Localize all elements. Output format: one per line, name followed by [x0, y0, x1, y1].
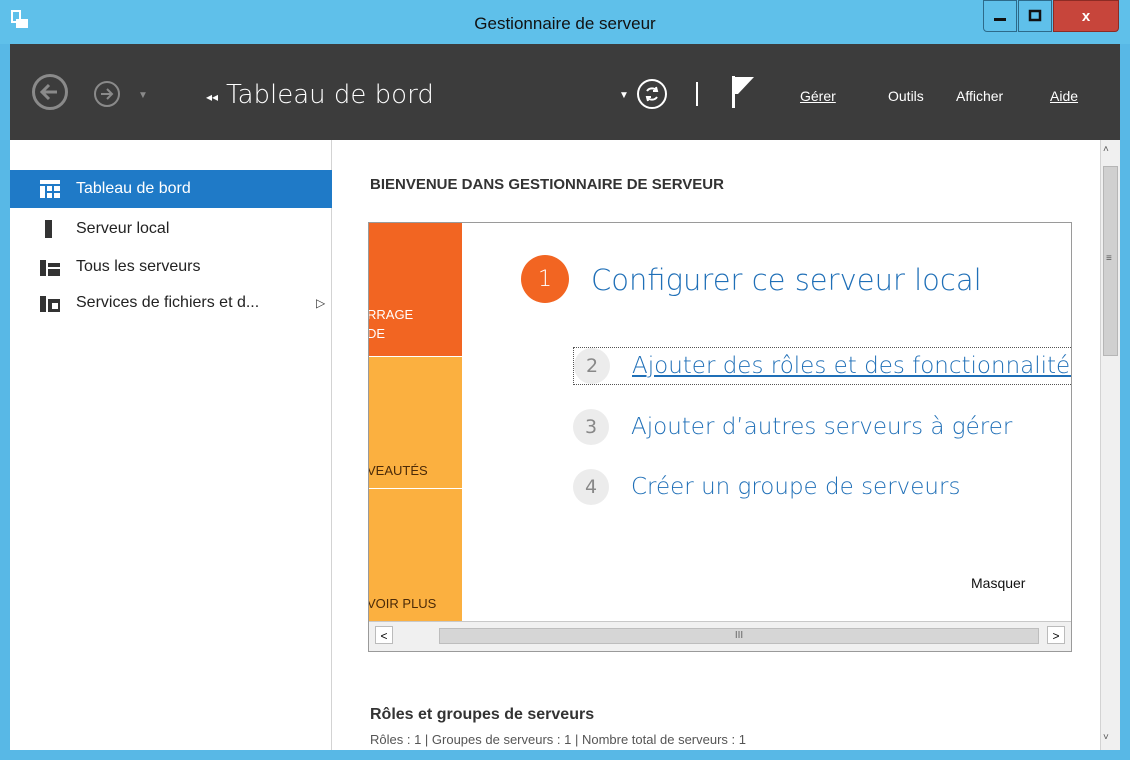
configure-local-server-link[interactable]: Configurer ce serveur local [591, 263, 982, 297]
create-group-link[interactable]: Créer un groupe de serveurs [631, 474, 960, 500]
maximize-icon [1028, 9, 1042, 22]
sidebar-item-label: Tableau de bord [76, 180, 191, 197]
minimize-button[interactable] [983, 0, 1017, 32]
scroll-right-button[interactable]: > [1047, 626, 1065, 644]
add-servers-step[interactable]: 3 Ajouter d’autres serveurs à gérer [573, 409, 1012, 445]
tile-learn-more[interactable]: VOIR PLUS [369, 489, 462, 621]
breadcrumb-arrows-icon[interactable]: ◂◂ [206, 90, 218, 104]
main-panel: BIENVENUE DANS GESTIONNAIRE DE SERVEUR R… [332, 140, 1100, 750]
content-area: Tableau de bord Serveur local Tous les s… [10, 140, 1120, 750]
expand-arrow-icon[interactable]: ▷ [316, 296, 325, 310]
scroll-up-icon[interactable]: ˄ [1103, 144, 1109, 155]
forward-button[interactable] [94, 81, 120, 107]
back-button[interactable] [32, 74, 68, 110]
sidebar-item-label: Tous les serveurs [76, 258, 201, 275]
dashboard-icon [40, 180, 60, 198]
sidebar-item-file-services[interactable]: Services de fichiers et d... ▷ [10, 284, 332, 322]
refresh-icon [645, 86, 659, 102]
sidebar: Tableau de bord Serveur local Tous les s… [10, 140, 332, 750]
close-button[interactable]: x [1053, 0, 1119, 32]
tile-whats-new[interactable]: VEAUTÉS [369, 357, 462, 488]
server-manager-window: Gestionnaire de serveur x ▼ ◂◂ Tableau d… [0, 0, 1130, 760]
breadcrumb-dropdown-icon[interactable]: ▼ [619, 90, 629, 101]
sidebar-item-label: Services de fichiers et d... [76, 294, 260, 311]
sidebar-item-local-server[interactable]: Serveur local [10, 210, 332, 248]
window-title: Gestionnaire de serveur [474, 14, 656, 33]
welcome-tile: RRAGE DE VEAUTÉS VOIR PLUS 1 Configurer … [368, 222, 1072, 652]
add-roles-link[interactable]: Ajouter des rôles et des fonctionnalités [632, 353, 1071, 379]
scroll-left-button[interactable]: < [375, 626, 393, 644]
vertical-scrollbar[interactable]: ˄ ≡ ˅ [1100, 140, 1120, 750]
toolbar: ▼ ◂◂ Tableau de bord ▼ Gérer Outils Affi… [10, 44, 1120, 140]
maximize-button[interactable] [1018, 0, 1052, 32]
scroll-grip-icon: ≡ [1106, 253, 1112, 264]
notifications-flag-icon[interactable] [728, 74, 760, 110]
title-bar: Gestionnaire de serveur x [0, 0, 1130, 44]
scroll-thumb[interactable]: ≡ [1103, 166, 1118, 356]
sidebar-item-all-servers[interactable]: Tous les serveurs [10, 248, 332, 286]
file-services-icon [40, 296, 60, 312]
sidebar-item-dashboard[interactable]: Tableau de bord [10, 170, 332, 208]
step-number: 4 [573, 469, 609, 505]
sidebar-item-label: Serveur local [76, 220, 170, 237]
history-dropdown-icon[interactable]: ▼ [138, 90, 148, 101]
add-roles-step[interactable]: 2 Ajouter des rôles et des fonctionnalit… [573, 347, 1071, 385]
step-number: 3 [573, 409, 609, 445]
scroll-down-icon[interactable]: ˅ [1103, 732, 1109, 743]
server-icon [45, 220, 52, 238]
create-group-step[interactable]: 4 Créer un groupe de serveurs [573, 469, 960, 505]
tile-label: VEAUTÉS [369, 463, 428, 478]
add-servers-link[interactable]: Ajouter d’autres serveurs à gérer [631, 414, 1012, 440]
menu-help[interactable]: Aide [1050, 88, 1078, 104]
step-number: 2 [574, 348, 610, 384]
minimize-icon [994, 18, 1006, 21]
roles-heading: Rôles et groupes de serveurs [370, 706, 595, 723]
hide-link[interactable]: Masquer [971, 575, 1025, 591]
menu-view[interactable]: Afficher [956, 88, 1003, 104]
welcome-heading: BIENVENUE DANS GESTIONNAIRE DE SERVEUR [370, 176, 724, 193]
roles-summary: Rôles : 1 | Groupes de serveurs : 1 | No… [370, 732, 746, 747]
horizontal-scrollbar[interactable]: < III > [369, 621, 1071, 651]
tile-label: VOIR PLUS [369, 596, 437, 611]
breadcrumb: Tableau de bord [226, 80, 434, 110]
refresh-button[interactable] [637, 79, 667, 109]
menu-manage[interactable]: Gérer [800, 88, 836, 104]
toolbar-divider [696, 82, 698, 106]
tile-quick-start[interactable]: RRAGE DE [369, 223, 462, 356]
close-icon: x [1081, 7, 1091, 25]
arrow-right-icon [101, 88, 114, 100]
arrow-left-icon [39, 83, 57, 101]
servers-icon [40, 260, 60, 276]
step-number: 1 [521, 255, 569, 303]
tile-label: RRAGE DE [369, 307, 414, 341]
menu-tools[interactable]: Outils [888, 88, 924, 104]
scroll-thumb[interactable]: III [439, 628, 1039, 644]
